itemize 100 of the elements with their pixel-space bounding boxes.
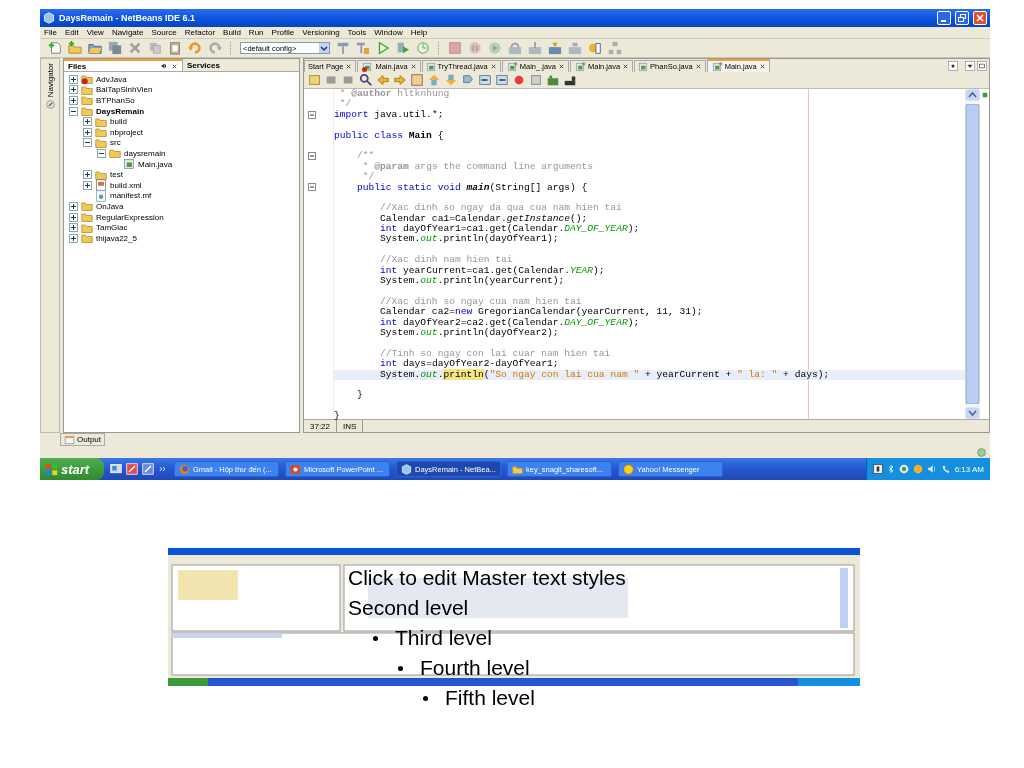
tree-item[interactable]: nbproject [110, 127, 143, 137]
panel-tab[interactable]: Files [64, 59, 182, 71]
debug-icon[interactable] [396, 41, 410, 55]
tree-item[interactable]: RegularExpression [96, 212, 164, 222]
close-icon[interactable] [558, 63, 565, 70]
output-button[interactable]: Output [60, 433, 105, 446]
broom-hammer-icon[interactable] [356, 41, 370, 55]
close-icon[interactable] [694, 63, 702, 70]
expand-toggle-icon[interactable] [69, 96, 78, 105]
close-icon[interactable] [409, 63, 417, 70]
save-all-icon[interactable] [108, 41, 122, 55]
expand-toggle-icon[interactable] [69, 74, 78, 84]
tree-item[interactable]: test [110, 170, 123, 180]
profile-icon[interactable] [416, 41, 430, 55]
network-icon[interactable] [898, 464, 909, 474]
expand-toggle-icon[interactable] [83, 117, 92, 127]
new-file-icon[interactable] [48, 41, 62, 55]
menu-item[interactable]: Help [410, 28, 428, 37]
tab-list-icon[interactable] [965, 60, 975, 71]
minimize-button[interactable] [937, 11, 951, 25]
diagram-icon[interactable] [608, 41, 622, 55]
menu-item[interactable]: Refactor [184, 28, 216, 37]
close-icon[interactable] [489, 63, 497, 70]
close-icon[interactable] [758, 63, 766, 70]
minimize-panel-icon[interactable] [160, 62, 168, 70]
scrollbar[interactable] [965, 89, 980, 419]
stop-icon[interactable] [448, 41, 462, 55]
menu-item[interactable]: Source [151, 28, 177, 37]
tree-item[interactable]: TamGiac [96, 223, 128, 233]
expand-toggle-icon[interactable] [83, 170, 92, 180]
run-to-cursor-icon[interactable] [568, 41, 582, 55]
tree-item[interactable]: src [110, 138, 121, 148]
tree-item[interactable]: DaysRemain [96, 106, 145, 116]
redo-icon[interactable] [208, 41, 222, 55]
run-icon[interactable] [376, 41, 390, 55]
step-into-icon[interactable] [528, 41, 542, 55]
apply-changes-icon[interactable] [588, 41, 602, 55]
search-icon[interactable] [359, 73, 373, 87]
volume-icon[interactable] [926, 464, 937, 474]
previous-bookmark-icon[interactable] [427, 73, 441, 87]
cut-icon[interactable] [128, 41, 142, 55]
next-bookmark-icon[interactable] [444, 73, 458, 87]
continue-icon[interactable] [488, 41, 502, 55]
fold-toggle-icon[interactable] [308, 110, 316, 119]
fold-toggle-icon[interactable] [308, 182, 316, 191]
tree-item[interactable]: AdvJava [96, 74, 127, 84]
expand-toggle-icon[interactable] [69, 85, 78, 95]
collapse-toggle-icon[interactable] [97, 148, 106, 158]
shift-left-icon[interactable] [478, 73, 492, 87]
expand-toggle-icon[interactable] [69, 223, 78, 233]
pause-icon[interactable] [468, 41, 482, 55]
undo-icon[interactable] [188, 41, 202, 55]
paste-icon[interactable] [168, 41, 182, 55]
maximize-icon[interactable] [977, 60, 987, 71]
menu-item[interactable]: Profile [271, 28, 295, 37]
tree-item[interactable]: build [110, 117, 127, 127]
phone-icon[interactable] [940, 464, 951, 474]
bluetooth-icon[interactable] [886, 464, 895, 474]
expand-toggle-icon[interactable] [69, 212, 78, 222]
tree-item[interactable]: Main.java [138, 159, 173, 169]
shift-right-icon[interactable] [495, 73, 509, 87]
menu-item[interactable]: File [44, 28, 57, 37]
messenger-icon[interactable] [912, 464, 923, 474]
menu-item[interactable]: Build [223, 28, 241, 37]
menu-item[interactable]: Window [374, 28, 403, 37]
tree-item[interactable]: manifest.mf [110, 191, 152, 201]
close-icon[interactable] [171, 62, 178, 70]
panel-tab[interactable]: Services [182, 59, 299, 71]
close-icon[interactable] [622, 63, 630, 70]
new-project-icon[interactable] [68, 41, 82, 55]
copy-icon[interactable] [148, 41, 162, 55]
step-out-icon[interactable] [548, 41, 562, 55]
collapse-toggle-icon[interactable] [83, 138, 92, 148]
restore-button[interactable] [955, 11, 969, 25]
tree-item[interactable]: BTPhanSo [96, 96, 135, 105]
stop-macro-icon[interactable] [529, 73, 543, 87]
navigator-tab[interactable]: Navigator [45, 63, 55, 98]
menu-item[interactable]: View [86, 28, 104, 37]
scroll-down-icon[interactable] [965, 407, 980, 419]
tree-item[interactable]: OnJava [96, 201, 124, 211]
menu-item[interactable]: Tools [347, 28, 367, 37]
record-icon[interactable] [512, 73, 526, 87]
tree-item[interactable]: BaiTapSinhVien [96, 85, 153, 95]
menu-item[interactable]: Run [248, 28, 264, 37]
expand-toggle-icon[interactable] [69, 201, 78, 211]
expand-toggle-icon[interactable] [83, 127, 92, 137]
expand-toggle-icon[interactable] [69, 233, 78, 243]
menu-item[interactable]: Navigate [111, 28, 144, 37]
step-over-icon[interactable] [508, 41, 522, 55]
fold-toggle-icon[interactable] [308, 152, 316, 161]
tree-item[interactable]: thijava22_5 [96, 233, 137, 243]
expand-toggle-icon[interactable] [83, 180, 92, 190]
open-project-icon[interactable] [88, 41, 102, 55]
close-icon[interactable] [345, 63, 353, 70]
hammer-icon[interactable] [336, 41, 350, 55]
tree-item[interactable]: build.xml [110, 180, 142, 190]
desktop-icon[interactable] [110, 463, 122, 475]
menu-item[interactable]: Versioning [302, 28, 340, 37]
help-icon[interactable] [872, 464, 883, 474]
scroll-up-icon[interactable] [965, 89, 980, 101]
